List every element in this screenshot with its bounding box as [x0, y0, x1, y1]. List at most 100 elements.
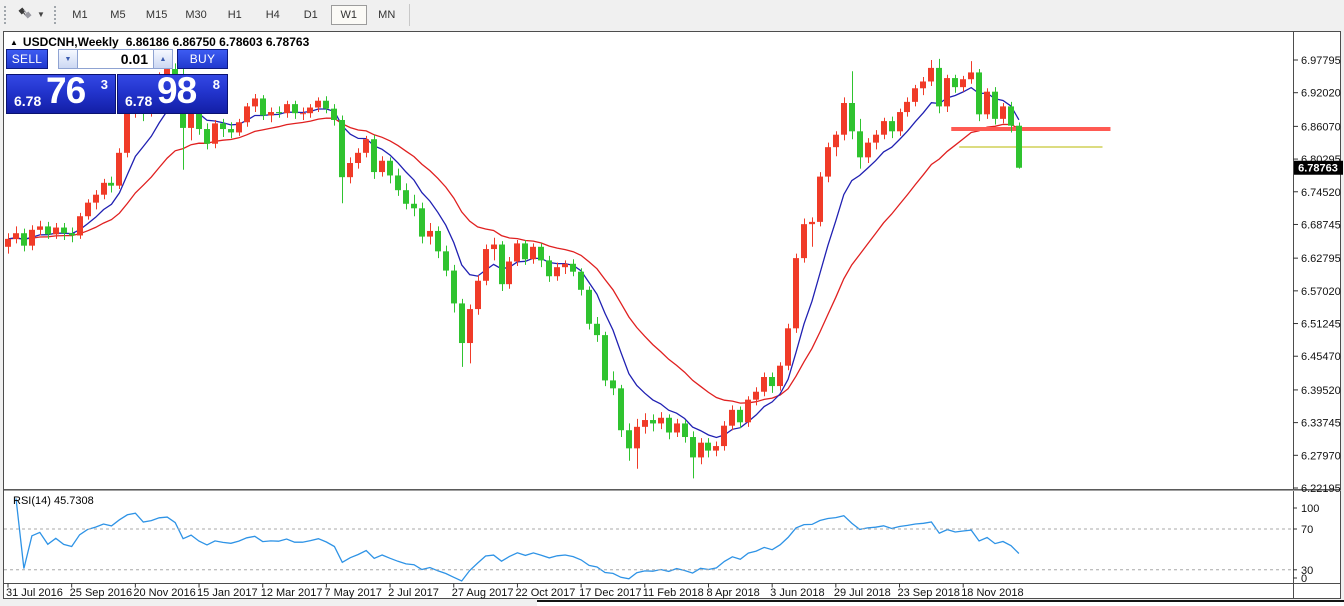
- candle-body: [658, 418, 664, 424]
- timeframe-button-group: M1M5M15M30H1H4D1W1MN: [61, 5, 406, 25]
- candle-body: [77, 216, 83, 235]
- candle-body: [801, 224, 807, 258]
- time-axis-label: 25 Sep 2016: [70, 587, 132, 599]
- candle-body: [960, 79, 966, 87]
- time-axis-label: 20 Nov 2016: [133, 587, 195, 599]
- price-axis-label: 6.45470: [1301, 351, 1341, 363]
- toolbar-grip[interactable]: [52, 4, 57, 26]
- timeframe-button-m1[interactable]: M1: [62, 5, 98, 25]
- price-pane[interactable]: [5, 59, 1110, 479]
- candle-body: [865, 143, 871, 158]
- volume-input[interactable]: 0.01: [78, 49, 153, 69]
- candle-body: [666, 418, 672, 433]
- candle-body: [682, 423, 688, 437]
- timeframe-button-h4[interactable]: H4: [255, 5, 291, 25]
- rsi-axis-label: 70: [1301, 524, 1313, 536]
- candle-body: [323, 101, 329, 109]
- candle-body: [976, 72, 982, 114]
- sell-price-pip-digit: 3: [101, 77, 108, 92]
- candle-body: [506, 262, 512, 285]
- candle-body: [825, 147, 831, 176]
- price-axis-label: 6.62795: [1301, 253, 1341, 265]
- trade-panel-top-row: SELL ▼ 0.01 ▲ BUY: [6, 49, 228, 69]
- candle-body: [61, 228, 67, 234]
- candle-body: [881, 121, 887, 135]
- buy-button[interactable]: BUY: [177, 49, 228, 69]
- toolbar-grip[interactable]: [2, 4, 7, 26]
- time-axis-label: 17 Dec 2017: [579, 587, 641, 599]
- ma-fast-line: [8, 88, 1019, 438]
- time-axis-label: 15 Jan 2017: [197, 587, 258, 599]
- price-axis-label: 6.97795: [1301, 55, 1341, 67]
- mt4-application: { "toolbar": { "objects_icon": "chart-to…: [0, 0, 1344, 606]
- candle-body: [13, 233, 19, 239]
- candle-body: [554, 267, 560, 276]
- price-axis-label: 6.57020: [1301, 286, 1341, 298]
- candle-body: [483, 249, 489, 281]
- time-axis-label: 29 Jul 2018: [834, 587, 891, 599]
- timeframe-button-m5[interactable]: M5: [100, 5, 136, 25]
- candle-body: [928, 68, 934, 82]
- candle-body: [379, 161, 385, 172]
- rsi-axis-label: 100: [1301, 503, 1319, 515]
- candle-body: [602, 335, 608, 380]
- candle-body: [809, 222, 815, 224]
- one-click-trading-panel: SELL ▼ 0.01 ▲ BUY 6.78 76 3 6.78 98 8: [6, 49, 228, 114]
- timeframe-button-h1[interactable]: H1: [217, 5, 253, 25]
- rsi-indicator-label: RSI(14) 45.7308: [13, 495, 94, 507]
- background-window-edge[interactable]: [537, 600, 1344, 606]
- candle-body: [849, 103, 855, 131]
- candle-body: [777, 366, 783, 386]
- rsi-pane[interactable]: [16, 498, 1019, 581]
- candle-body: [857, 131, 863, 157]
- candle-body: [268, 112, 274, 115]
- candle-body: [403, 190, 409, 204]
- volume-decrease-button[interactable]: ▼: [58, 49, 78, 69]
- timeframe-button-m15[interactable]: M15: [138, 5, 175, 25]
- chart-tools-dropdown-button[interactable]: ▼: [11, 3, 50, 28]
- candle-body: [522, 243, 528, 259]
- time-axis-label: 7 May 2017: [324, 587, 381, 599]
- candle-body: [5, 239, 11, 247]
- sell-button[interactable]: SELL: [6, 49, 48, 69]
- price-axis-label: 6.22195: [1301, 483, 1341, 495]
- candle-body: [936, 68, 942, 106]
- triangle-up-icon[interactable]: ▲: [10, 38, 18, 47]
- time-axis-label: 3 Jun 2018: [770, 587, 824, 599]
- chart-title: ▲ USDCNH,Weekly 6.86186 6.86750 6.78603 …: [10, 35, 309, 49]
- candle-body: [236, 122, 242, 132]
- candle-body: [276, 112, 282, 113]
- candle-body: [499, 245, 505, 285]
- candle-body: [642, 420, 648, 427]
- candle-body: [769, 377, 775, 386]
- candle-body: [745, 400, 751, 423]
- time-axis-label: 18 Nov 2018: [961, 587, 1023, 599]
- candle-body: [793, 258, 799, 328]
- candle-body: [514, 243, 520, 261]
- timeframe-button-d1[interactable]: D1: [293, 5, 329, 25]
- timeframe-button-m30[interactable]: M30: [177, 5, 214, 25]
- candle-body: [650, 420, 656, 423]
- candle-body: [108, 183, 114, 186]
- timeframe-button-mn[interactable]: MN: [369, 5, 405, 25]
- candle-body: [411, 204, 417, 209]
- candle-body: [244, 106, 250, 122]
- candle-body: [586, 290, 592, 324]
- candle-body: [618, 388, 624, 430]
- candle-body: [841, 103, 847, 135]
- candle-body: [729, 410, 735, 426]
- candle-body: [912, 88, 918, 102]
- candle-body: [363, 139, 369, 153]
- candle-body: [1008, 106, 1014, 125]
- timeframe-button-w1[interactable]: W1: [331, 5, 367, 25]
- candle-body: [419, 208, 425, 236]
- time-axis-label: 22 Oct 2017: [515, 587, 575, 599]
- candle-body: [562, 264, 568, 267]
- time-axis-label: 23 Sep 2018: [898, 587, 960, 599]
- candle-body: [753, 392, 759, 400]
- candle-body: [37, 226, 43, 229]
- time-axis-label: 8 Apr 2018: [706, 587, 759, 599]
- candle-body: [538, 247, 544, 261]
- rsi-line: [16, 498, 1019, 581]
- volume-increase-button[interactable]: ▲: [153, 49, 173, 69]
